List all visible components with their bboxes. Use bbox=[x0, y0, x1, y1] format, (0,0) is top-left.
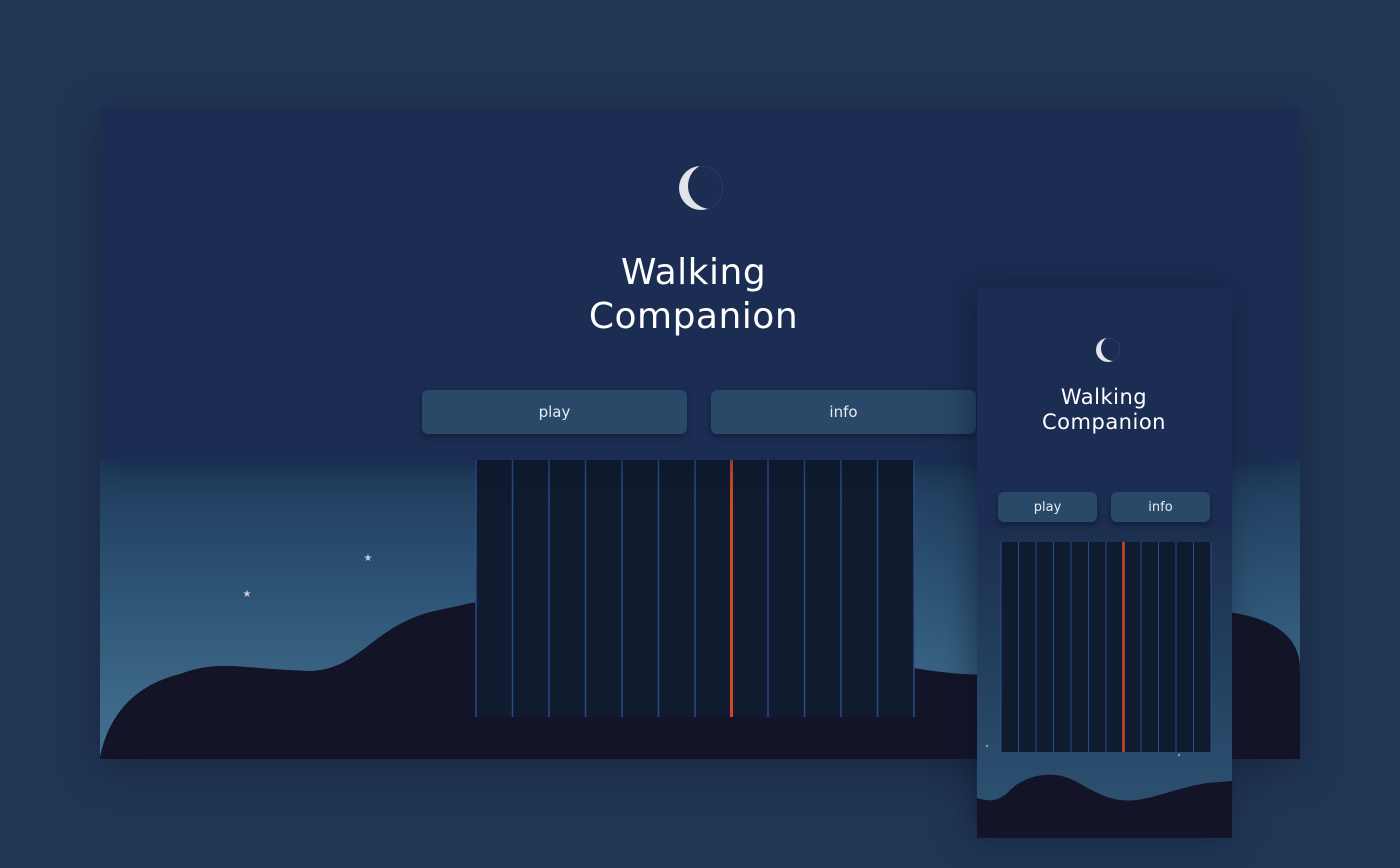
star-icon bbox=[1177, 753, 1181, 757]
sequencer-grid[interactable] bbox=[475, 460, 915, 717]
sequencer-column[interactable] bbox=[513, 460, 550, 717]
sequencer-column[interactable] bbox=[695, 460, 732, 717]
sequencer-column[interactable] bbox=[732, 460, 769, 717]
title-line-1: Walking bbox=[1060, 385, 1148, 409]
sequencer-column[interactable] bbox=[476, 460, 513, 717]
sequencer-column[interactable] bbox=[1089, 542, 1107, 752]
sequencer-grid[interactable] bbox=[1000, 542, 1212, 752]
sequencer-column[interactable] bbox=[1194, 542, 1212, 752]
sequencer-column[interactable] bbox=[805, 460, 842, 717]
sequencer-column[interactable] bbox=[1036, 542, 1054, 752]
mobile-mockup: Walking Companion play info bbox=[977, 288, 1232, 838]
title-line-2: Companion bbox=[1042, 410, 1166, 434]
crescent-moon-icon bbox=[1096, 338, 1120, 362]
mobile-night-scene bbox=[977, 542, 1232, 838]
sequencer-column[interactable] bbox=[1141, 542, 1159, 752]
hills-silhouette bbox=[977, 774, 1232, 838]
star-icon: ★ bbox=[243, 589, 252, 600]
sequencer-column[interactable] bbox=[878, 460, 915, 717]
sequencer-column[interactable] bbox=[1124, 542, 1142, 752]
info-button[interactable]: info bbox=[1111, 492, 1210, 522]
star-icon: ★ bbox=[364, 553, 373, 564]
info-button[interactable]: info bbox=[711, 390, 976, 434]
star-icon bbox=[985, 744, 989, 748]
sequencer-column[interactable] bbox=[659, 460, 696, 717]
sequencer-column[interactable] bbox=[841, 460, 878, 717]
sequencer-column[interactable] bbox=[768, 460, 805, 717]
sequencer-column[interactable] bbox=[586, 460, 623, 717]
sequencer-column[interactable] bbox=[1176, 542, 1194, 752]
sequencer-column[interactable] bbox=[1001, 542, 1019, 752]
sequencer-column[interactable] bbox=[1071, 542, 1089, 752]
sequencer-column[interactable] bbox=[549, 460, 586, 717]
sequencer-column[interactable] bbox=[1159, 542, 1177, 752]
play-button[interactable]: play bbox=[998, 492, 1097, 522]
sequencer-column[interactable] bbox=[1019, 542, 1037, 752]
crescent-moon-icon bbox=[679, 166, 723, 210]
sequencer-column[interactable] bbox=[622, 460, 659, 717]
sequencer-column[interactable] bbox=[1106, 542, 1124, 752]
sequencer-column[interactable] bbox=[1054, 542, 1072, 752]
app-title: Walking Companion bbox=[977, 385, 1231, 435]
play-button[interactable]: play bbox=[422, 390, 687, 434]
